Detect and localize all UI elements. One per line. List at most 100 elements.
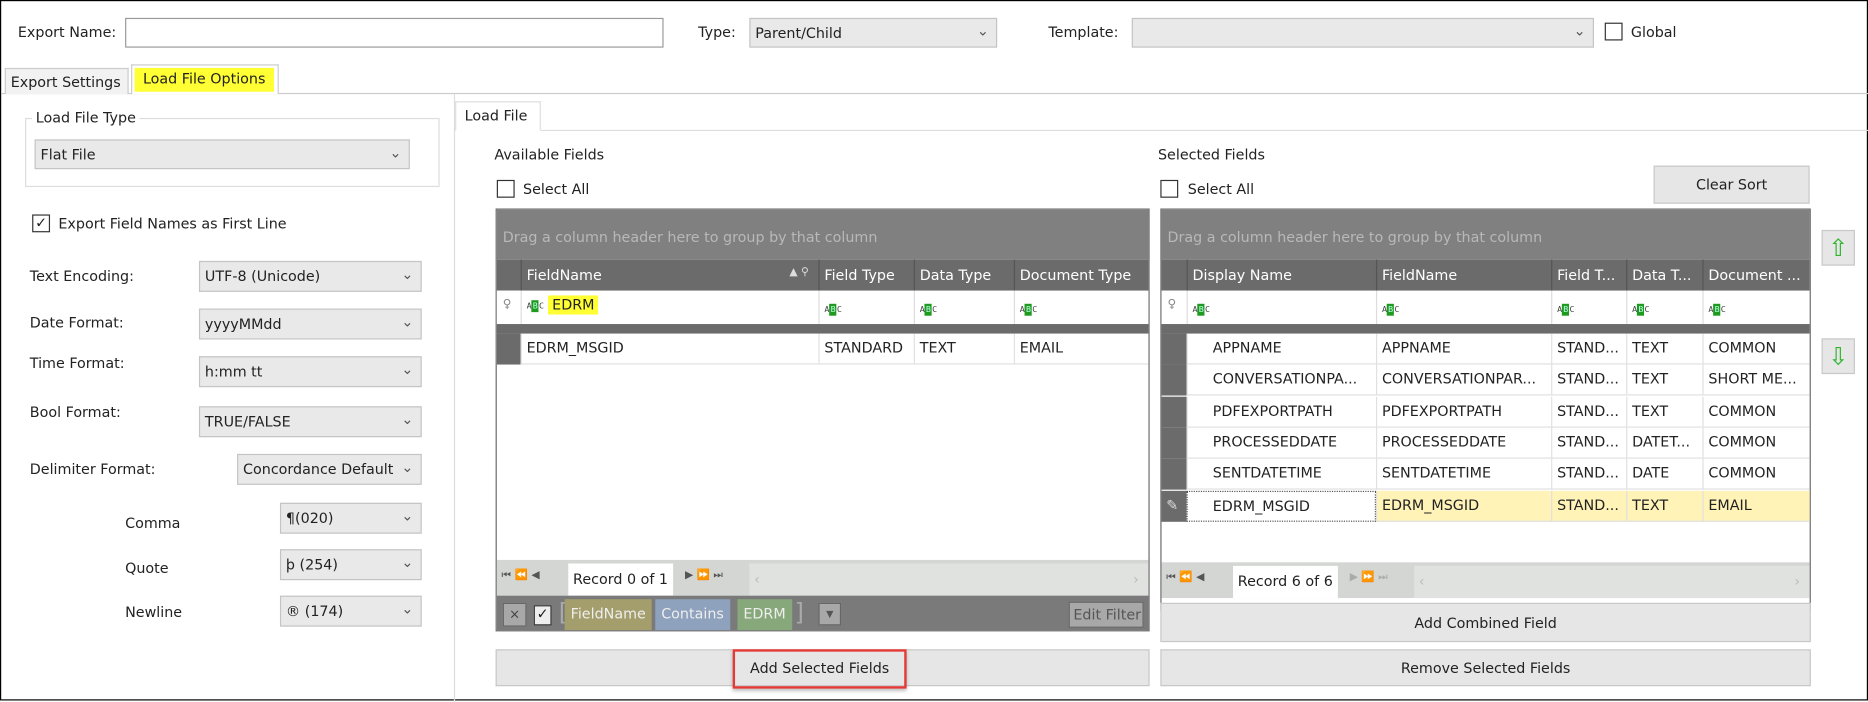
type-select[interactable]: Parent/Child ⌄ <box>749 17 998 48</box>
first-prev-icons[interactable]: ⏮ ⏪ ◀ <box>502 569 540 581</box>
move-down-button[interactable]: ⇩ <box>1821 338 1855 375</box>
row-indicator[interactable] <box>1161 396 1187 428</box>
remove-selected-fields-button[interactable]: Remove Selected Fields <box>1160 649 1811 687</box>
tab-export-settings[interactable]: Export Settings <box>4 67 129 95</box>
filter-value-chip[interactable]: EDRM <box>737 599 792 631</box>
table-row[interactable]: CONVERSATIONPA... CONVERSATIONPAR... STAND… <box>1161 364 1810 396</box>
record-navigator: ⏮ ⏪ ◀ Record 6 of 6 ▶ ⏩ ⏭ ‹ › <box>1161 562 1810 599</box>
text-filter-icon: ABC <box>1632 303 1650 316</box>
selected-fields-grid: Drag a column header here to group by th… <box>1160 208 1811 612</box>
column-header-fieldname[interactable]: FieldName ▲ ⚲ <box>520 259 819 291</box>
date-format-select[interactable]: yyyyMMdd ⌄ <box>198 308 422 340</box>
row-indicator[interactable] <box>1161 333 1187 365</box>
tab-label: Export Settings <box>10 73 121 91</box>
filter-dropdown-icon[interactable]: ▼ <box>818 602 842 626</box>
table-row[interactable]: EDRM_MSGID STANDARD TEXT EMAIL <box>496 333 1149 365</box>
cell-fieldname: SENTDATETIME <box>1375 458 1552 490</box>
global-checkbox[interactable] <box>1604 22 1623 41</box>
text-encoding-select[interactable]: UTF-8 (Unicode) ⌄ <box>198 260 422 292</box>
cell-data-type: TEXT <box>1626 364 1703 396</box>
filter-cell[interactable]: ABC <box>1551 290 1626 325</box>
available-fields-grid: Drag a column header here to group by th… <box>495 208 1150 632</box>
table-row[interactable]: PDFEXPORTPATH PDFEXPORTPATH STAND... TEXT CO… <box>1161 396 1810 428</box>
text-filter-icon: ABC <box>1019 303 1038 316</box>
table-row[interactable]: APPNAME APPNAME STAND... TEXT COMMON <box>1161 333 1810 365</box>
delimiter-format-select[interactable]: Concordance Default ⌄ <box>237 453 422 485</box>
load-file-type-value: Flat File <box>40 146 96 164</box>
comma-select[interactable]: ¶(020) ⌄ <box>279 502 422 534</box>
table-row[interactable]: SENTDATETIME SENTDATETIME STAND... DATE COMM… <box>1161 458 1810 490</box>
column-header-document-type[interactable]: Document Type <box>1013 259 1149 291</box>
cell-document-type: SHORT ME... <box>1702 364 1810 396</box>
column-header-field-type[interactable]: Field T... <box>1551 259 1626 291</box>
export-field-names-checkbox[interactable]: ✓ <box>32 214 51 233</box>
column-header-display-name[interactable]: Display Name <box>1186 259 1376 291</box>
type-label: Type: <box>698 23 736 41</box>
table-row[interactable]: ✎ EDRM_MSGID EDRM_MSGID STAND... TEXT EMAIL <box>1161 490 1810 522</box>
next-last-icons[interactable]: ▶ ⏩ ⏭ <box>685 569 723 581</box>
export-name-input[interactable] <box>125 17 664 48</box>
filter-cell[interactable]: ABC <box>1375 290 1551 325</box>
export-name-label: Export Name: <box>17 23 117 41</box>
column-header-data-type[interactable]: Data Type <box>913 259 1014 291</box>
bool-format-label: Bool Format: <box>29 403 121 421</box>
chevron-down-icon: ⌄ <box>401 507 414 525</box>
available-select-all-checkbox[interactable] <box>496 179 515 198</box>
cell-data-type: DATE <box>1626 458 1703 490</box>
move-up-button[interactable]: ⇧ <box>1821 229 1855 266</box>
text-filter-icon: ABC <box>1708 303 1726 316</box>
horizontal-scrollbar[interactable]: ‹ › <box>1414 565 1810 599</box>
cell-fieldname: EDRM_MSGID <box>1375 490 1552 522</box>
horizontal-scrollbar[interactable]: ‹ › <box>749 563 1149 596</box>
cell-data-type: TEXT <box>1626 333 1703 365</box>
next-last-icons[interactable]: ▶ ⏩ ⏭ <box>1350 572 1388 584</box>
template-select[interactable]: ⌄ <box>1131 17 1594 48</box>
cell-field-type: STANDARD <box>818 333 914 365</box>
text-filter-icon: ABC <box>1381 303 1400 316</box>
cell-field-type: STAND... <box>1551 333 1627 365</box>
filter-enabled-checkbox[interactable]: ✓ <box>533 605 552 626</box>
quote-select[interactable]: þ (254) ⌄ <box>279 549 422 581</box>
load-file-type-select[interactable]: Flat File ⌄ <box>34 139 410 170</box>
column-header-document-type[interactable]: Document ... <box>1702 259 1809 291</box>
filter-cell-document-type[interactable]: ABC <box>1013 290 1149 325</box>
clear-sort-button[interactable]: Clear Sort <box>1653 165 1810 204</box>
newline-select[interactable]: ® (174) ⌄ <box>279 595 422 627</box>
group-by-panel[interactable]: Drag a column header here to group by th… <box>496 209 1149 260</box>
edit-filter-button[interactable]: Edit Filter <box>1068 601 1144 628</box>
filter-cell[interactable]: ABC <box>1186 290 1376 325</box>
clear-filter-icon[interactable]: × <box>502 602 527 627</box>
edit-pencil-icon[interactable]: ✎ <box>1161 490 1187 522</box>
row-indicator[interactable] <box>1161 364 1187 396</box>
grid-header: Display Name FieldName Field T... Data T… <box>1161 259 1810 291</box>
tab-load-file-options[interactable]: Load File Options <box>131 64 279 95</box>
selected-select-all-checkbox[interactable] <box>1160 179 1179 198</box>
tab-load-file[interactable]: Load File <box>455 101 541 132</box>
row-indicator[interactable] <box>1161 427 1187 459</box>
bool-format-select[interactable]: TRUE/FALSE ⌄ <box>198 406 422 438</box>
column-header-field-type[interactable]: Field Type <box>818 259 913 291</box>
filter-cell[interactable]: ABC <box>1702 290 1809 325</box>
filter-cell-field-type[interactable]: ABC <box>818 290 913 325</box>
filter-field-chip[interactable]: FieldName <box>564 599 652 631</box>
first-prev-icons[interactable]: ⏮ ⏪ ◀ <box>1166 572 1204 584</box>
filter-operator-chip[interactable]: Contains <box>655 599 730 631</box>
table-row[interactable]: PROCESSEDDATE PROCESSEDDATE STAND... DATET.… <box>1161 427 1810 459</box>
record-count: Record 0 of 1 <box>568 563 673 596</box>
row-indicator[interactable] <box>496 333 521 365</box>
add-selected-fields-label: Add Selected Fields <box>732 649 907 689</box>
time-format-select[interactable]: h:mm tt ⌄ <box>198 356 422 388</box>
column-header-fieldname[interactable]: FieldName <box>1375 259 1551 291</box>
filter-cell-fieldname[interactable]: ABC EDRM <box>520 290 819 325</box>
filter-cell[interactable]: ABC <box>1626 290 1702 325</box>
filter-cell-data-type[interactable]: ABC <box>913 290 1014 325</box>
cell-display-name[interactable]: EDRM_MSGID <box>1186 490 1376 522</box>
column-header-data-type[interactable]: Data T... <box>1626 259 1702 291</box>
group-by-panel[interactable]: Drag a column header here to group by th… <box>1161 209 1810 260</box>
add-combined-field-button[interactable]: Add Combined Field <box>1160 602 1811 643</box>
add-selected-fields-button[interactable]: Add Selected Fields <box>495 649 1150 689</box>
cell-document-type: COMMON <box>1702 458 1810 490</box>
cell-data-type: TEXT <box>1626 396 1703 428</box>
filter-value: EDRM <box>548 295 599 315</box>
row-indicator[interactable] <box>1161 458 1187 490</box>
